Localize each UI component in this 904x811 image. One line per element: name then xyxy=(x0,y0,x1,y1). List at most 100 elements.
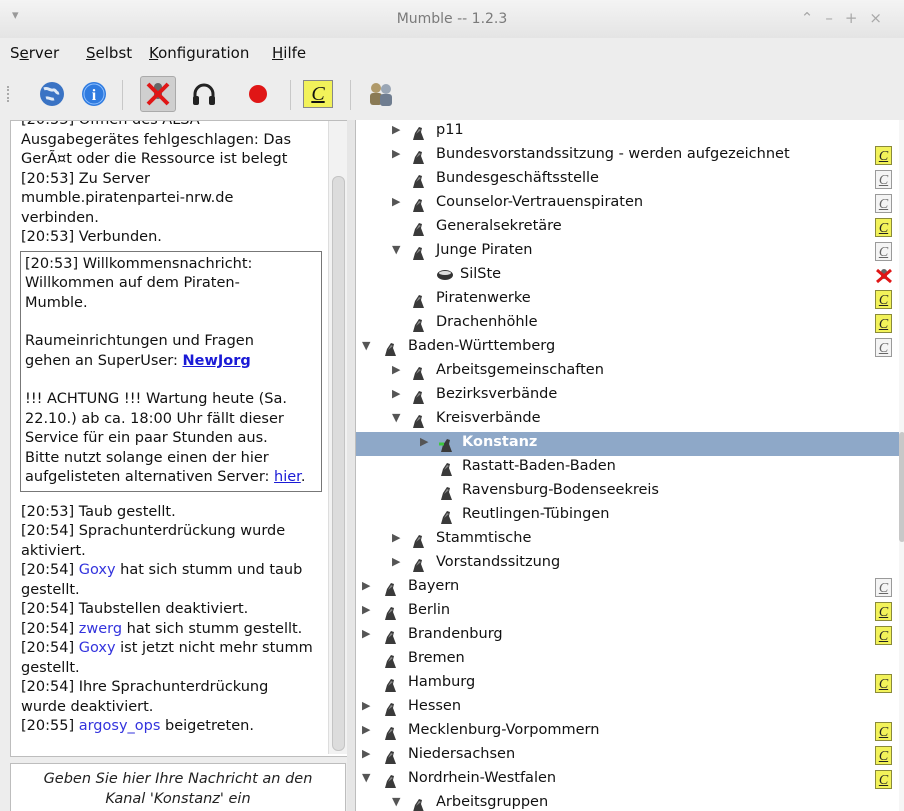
comment-icon[interactable]: C xyxy=(875,626,892,645)
tree-channel[interactable]: ▶ Bezirksverbände xyxy=(356,384,904,408)
chat-scrollbar[interactable] xyxy=(328,121,347,754)
tree-channel[interactable]: ▶ Hessen xyxy=(356,696,904,720)
tree-channel[interactable]: ▶ p11 xyxy=(356,120,904,144)
tree-channel[interactable]: ▶ Mecklenburg-Vorpommern C xyxy=(356,720,904,744)
info-icon[interactable]: i xyxy=(76,76,112,112)
tree-channel[interactable]: ▶ Konstanz xyxy=(356,432,904,456)
tree-channel[interactable]: ▼ Kreisverbände xyxy=(356,408,904,432)
menu-hilfe[interactable]: Hilfe xyxy=(272,44,306,62)
comment-icon[interactable]: C xyxy=(875,602,892,621)
expand-arrow-icon[interactable]: ▶ xyxy=(392,363,400,376)
tree-channel[interactable]: ▶ Arbeitsgemeinschaften xyxy=(356,360,904,384)
menu-server[interactable]: Server xyxy=(10,44,59,62)
comment-icon[interactable]: C xyxy=(875,170,892,189)
record-icon[interactable] xyxy=(240,76,276,112)
tree-scrollbar-thumb[interactable] xyxy=(899,432,904,542)
chat-c-icon[interactable]: C xyxy=(300,76,336,112)
tree-channel[interactable]: ▼ Junge Piraten C xyxy=(356,240,904,264)
comment-icon[interactable]: C xyxy=(875,194,892,213)
chat-input[interactable]: Geben Sie hier Ihre Nachricht an den Kan… xyxy=(10,763,346,811)
tree-channel[interactable]: Reutlingen-Tübingen xyxy=(356,504,904,528)
user-link[interactable]: zwerg xyxy=(79,621,122,637)
tree-channel[interactable]: Hamburg C xyxy=(356,672,904,696)
comment-icon[interactable]: C xyxy=(875,722,892,741)
tree-channel[interactable]: ▼ Baden-Württemberg C xyxy=(356,336,904,360)
tree-channel[interactable]: ▶ Bayern C xyxy=(356,576,904,600)
mute-microphone-icon[interactable] xyxy=(140,76,176,112)
expand-arrow-icon[interactable]: ▶ xyxy=(392,531,400,544)
user-link[interactable]: Goxy xyxy=(79,640,116,656)
expand-arrow-icon[interactable]: ▶ xyxy=(362,627,370,640)
expand-arrow-icon[interactable]: ▶ xyxy=(362,723,370,736)
channel-tree[interactable]: ▶ p11 ▶ Bundesvorstandssitzung - werden auf… xyxy=(355,120,904,811)
menu-selbst[interactable]: Selbst xyxy=(86,44,132,62)
superuser-link[interactable]: NewJorg xyxy=(183,353,251,369)
comment-icon[interactable]: C xyxy=(875,578,892,597)
chat-line: gestellt. xyxy=(21,581,80,598)
close-icon[interactable]: × xyxy=(869,9,894,27)
comment-icon[interactable]: C xyxy=(875,146,892,165)
tree-channel[interactable]: Bremen xyxy=(356,648,904,672)
tree-channel[interactable]: ▶ Berlin C xyxy=(356,600,904,624)
tree-channel[interactable]: Bundesgeschäftsstelle C xyxy=(356,168,904,192)
tree-label: p11 xyxy=(436,122,464,138)
chat-log[interactable]: [20:53] Öffnen des ALSA Ausgabegerätes f… xyxy=(10,120,348,757)
welcome-line: Raumeinrichtungen und Fragen xyxy=(25,333,254,349)
expand-arrow-icon[interactable]: ▶ xyxy=(362,699,370,712)
expand-arrow-icon[interactable]: ▶ xyxy=(392,123,400,136)
welcome-message: [20:53] Willkommensnachricht: Willkommen… xyxy=(20,250,322,492)
comment-icon[interactable]: C xyxy=(875,314,892,333)
collapse-arrow-icon[interactable]: ▼ xyxy=(392,243,400,256)
chat-log-content: [20:53] Öffnen des ALSA Ausgabegerätes f… xyxy=(20,121,326,737)
expand-arrow-icon[interactable]: ▶ xyxy=(392,147,400,160)
chat-scrollbar-thumb[interactable] xyxy=(332,176,345,751)
tree-channel[interactable]: Drachenhöhle C xyxy=(356,312,904,336)
collapse-arrow-icon[interactable]: ▼ xyxy=(392,411,400,424)
tree-channel[interactable]: ▶ Bundesvorstandssitzung - werden aufgeze… xyxy=(356,144,904,168)
tree-scrollbar[interactable] xyxy=(899,120,904,811)
toolbar-grip[interactable] xyxy=(7,86,11,102)
user-link[interactable]: argosy_ops xyxy=(79,718,161,734)
comment-icon[interactable]: C xyxy=(875,218,892,237)
alternative-servers-link[interactable]: hier xyxy=(274,469,301,485)
tree-user[interactable]: SilSte xyxy=(356,264,904,288)
collapse-arrow-icon[interactable]: ▼ xyxy=(362,771,370,784)
comment-icon[interactable]: C xyxy=(875,674,892,693)
tree-channel[interactable]: ▶ Vorstandssitzung xyxy=(356,552,904,576)
menu-konfiguration[interactable]: Konfiguration xyxy=(149,44,249,62)
maximize-icon[interactable]: + xyxy=(845,9,870,27)
collapse-arrow-icon[interactable]: ▼ xyxy=(362,339,370,352)
tree-channel[interactable]: ▶ Stammtische xyxy=(356,528,904,552)
expand-arrow-icon[interactable]: ▶ xyxy=(362,603,370,616)
comment-icon[interactable]: C xyxy=(875,746,892,765)
collapse-arrow-icon[interactable]: ▼ xyxy=(392,795,400,808)
tree-channel[interactable]: Ravensburg-Bodenseekreis xyxy=(356,480,904,504)
user-config-icon[interactable] xyxy=(363,76,399,112)
shade-icon[interactable]: ⌃ xyxy=(801,9,826,27)
tree-channel[interactable]: ▼ Nordrhein-Westfalen C xyxy=(356,768,904,792)
expand-arrow-icon[interactable]: ▶ xyxy=(362,579,370,592)
comment-icon[interactable]: C xyxy=(875,338,892,357)
comment-icon[interactable]: C xyxy=(875,290,892,309)
tree-channel[interactable]: Piratenwerke C xyxy=(356,288,904,312)
expand-arrow-icon[interactable]: ▶ xyxy=(392,195,400,208)
tree-channel[interactable]: Generalsekretäre C xyxy=(356,216,904,240)
tree-channel[interactable]: ▼ Arbeitsgruppen xyxy=(356,792,904,811)
channel-icon xyxy=(382,747,398,765)
minimize-icon[interactable]: – xyxy=(825,9,845,27)
connect-globe-icon[interactable] xyxy=(34,76,70,112)
tree-channel[interactable]: ▶ Counselor-Vertrauenspiraten C xyxy=(356,192,904,216)
comment-icon[interactable]: C xyxy=(875,242,892,261)
channel-icon xyxy=(410,411,426,429)
deafen-headphones-icon[interactable] xyxy=(186,76,222,112)
panel-splitter[interactable] xyxy=(347,120,355,811)
expand-arrow-icon[interactable]: ▶ xyxy=(392,387,400,400)
expand-arrow-icon[interactable]: ▶ xyxy=(362,747,370,760)
tree-channel[interactable]: ▶ Brandenburg C xyxy=(356,624,904,648)
expand-arrow-icon[interactable]: ▶ xyxy=(420,435,428,448)
comment-icon[interactable]: C xyxy=(875,770,892,789)
tree-channel[interactable]: Rastatt-Baden-Baden xyxy=(356,456,904,480)
user-link[interactable]: Goxy xyxy=(79,562,116,578)
expand-arrow-icon[interactable]: ▶ xyxy=(392,555,400,568)
tree-channel[interactable]: ▶ Niedersachsen C xyxy=(356,744,904,768)
